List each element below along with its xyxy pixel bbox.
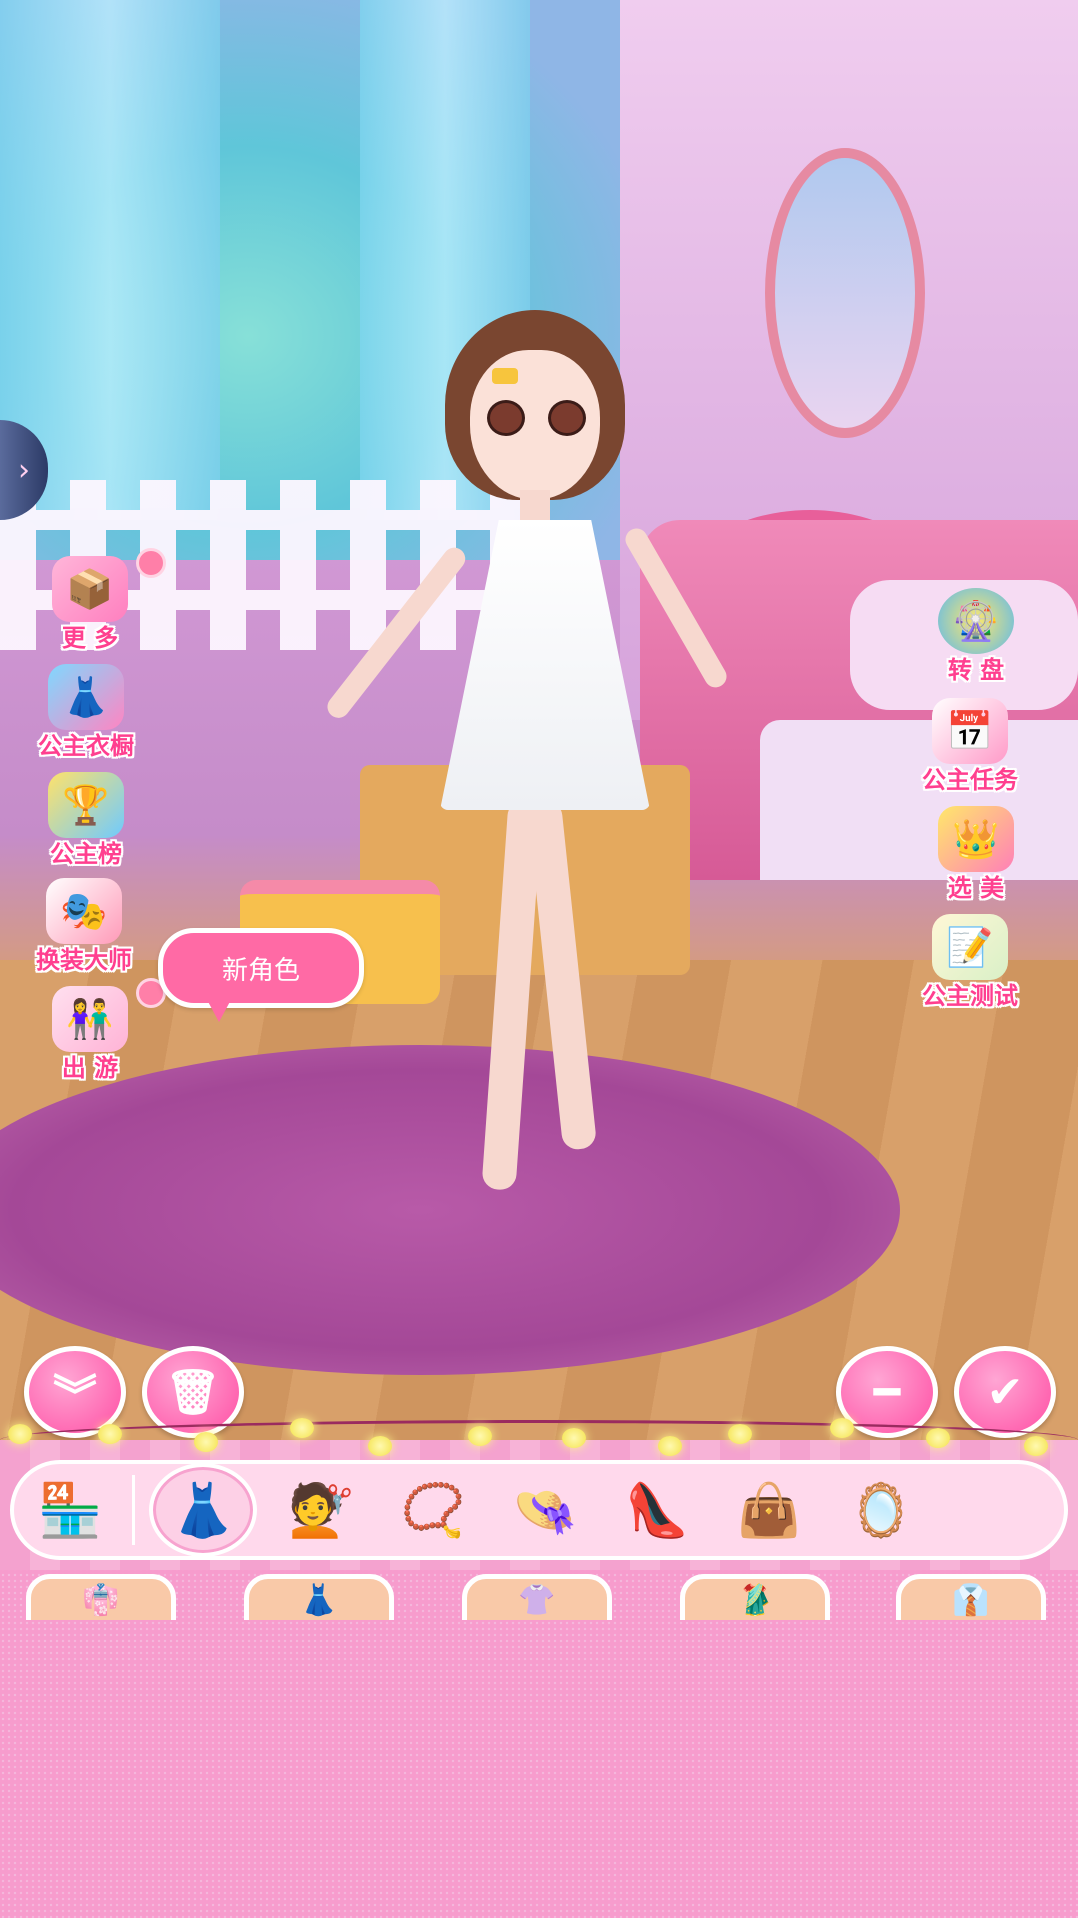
test-label: 公主测试 <box>922 982 1018 1010</box>
ranking-icon: 🏆 <box>48 772 124 838</box>
shoes-icon: 👠 <box>624 1480 690 1541</box>
tab-hair[interactable]: 💇 <box>265 1465 377 1555</box>
princess-character[interactable] <box>320 300 731 1200</box>
light-bulb-icon <box>926 1428 950 1448</box>
crown-icon: 👑 <box>938 806 1014 872</box>
outfit-navy-icon: 👔 <box>952 1583 990 1618</box>
game-scene <box>0 0 1078 1440</box>
beauty-button[interactable]: 👑 选 美 <box>938 806 1014 903</box>
test-button[interactable]: 📝 公主测试 <box>922 914 1018 1011</box>
light-bulb-icon <box>1024 1436 1048 1456</box>
new-character-bubble[interactable]: 新角色 <box>158 928 364 1008</box>
white-nightdress <box>440 520 650 810</box>
outing-label: 出 游 <box>61 1054 119 1082</box>
dress-icon: 👗 <box>170 1480 236 1541</box>
item-card[interactable]: 🥻 <box>680 1574 830 1620</box>
ranking-button[interactable]: 🏆 公主榜 <box>48 772 124 869</box>
left-eye <box>487 400 525 436</box>
light-bulb-icon <box>468 1426 492 1446</box>
wardrobe-label: 公主衣橱 <box>38 732 134 760</box>
necklace-icon: 📿 <box>400 1480 466 1541</box>
outfit-red-icon: 👗 <box>300 1583 338 1618</box>
wheel-label: 转 盘 <box>947 656 1005 684</box>
item-card[interactable]: 👚 <box>462 1574 612 1620</box>
category-tabbar: 🏪 👗 💇 📿 👒 👠 👜 🪞 <box>10 1460 1068 1560</box>
tab-dress[interactable]: 👗 <box>149 1463 257 1557</box>
more-icon: 📦 <box>52 556 128 622</box>
light-bulb-icon <box>728 1424 752 1444</box>
light-bulb-icon <box>194 1432 218 1452</box>
right-eye <box>548 400 586 436</box>
stage-icon: 🎭 <box>46 878 122 944</box>
more-button[interactable]: 📦 更 多 <box>52 548 166 653</box>
tab-hat[interactable]: 👒 <box>489 1465 601 1555</box>
wall-mirror <box>765 148 925 438</box>
outing-button[interactable]: 👫 出 游 <box>52 978 166 1083</box>
wardrobe-icon: 👗 <box>48 664 124 730</box>
item-card[interactable]: 👔 <box>896 1574 1046 1620</box>
flower-badge-icon <box>136 548 166 578</box>
ranking-label: 公主榜 <box>50 840 122 868</box>
light-bulb-icon <box>98 1424 122 1444</box>
shop-icon: 🏪 <box>37 1480 103 1541</box>
light-bulb-icon <box>8 1424 32 1444</box>
light-bulb-icon <box>658 1436 682 1456</box>
confirm-button[interactable]: ✔ <box>954 1346 1056 1438</box>
couple-icon: 👫 <box>52 986 128 1052</box>
tab-necklace[interactable]: 📿 <box>377 1465 489 1555</box>
light-bulb-icon <box>562 1428 586 1448</box>
check-icon: ✔ <box>986 1366 1024 1418</box>
wheel-icon: 🎡 <box>938 588 1014 654</box>
hair-clip <box>492 368 518 384</box>
bubble-tail <box>205 996 233 1022</box>
light-bulb-icon <box>830 1418 854 1438</box>
hat-icon: 👒 <box>512 1480 578 1541</box>
light-bulb-icon <box>368 1436 392 1456</box>
tab-bag[interactable]: 👜 <box>713 1465 825 1555</box>
right-leg <box>526 799 598 1151</box>
double-chevron-down-icon: ︾ <box>53 1371 97 1422</box>
tab-makeup[interactable]: 🪞 <box>825 1465 937 1555</box>
item-card[interactable]: 👗 <box>244 1574 394 1620</box>
item-card[interactable]: 👘 <box>26 1574 176 1620</box>
trash-icon: 🗑 <box>165 1367 221 1418</box>
outfit-yellow-icon: 👚 <box>518 1583 556 1618</box>
calendar-icon: 📅 <box>932 698 1008 764</box>
compact-icon: 🪞 <box>848 1480 914 1541</box>
stylist-button[interactable]: 🎭 换装大师 <box>36 878 132 975</box>
more-label: 更 多 <box>61 624 119 652</box>
stylist-label: 换装大师 <box>36 946 132 974</box>
tasks-label: 公主任务 <box>922 766 1018 794</box>
quiz-icon: 📝 <box>932 914 1008 980</box>
tasks-button[interactable]: 📅 公主任务 <box>922 698 1018 795</box>
tab-divider <box>132 1475 135 1545</box>
wheel-button[interactable]: 🎡 转 盘 <box>938 588 1014 685</box>
light-bulb-icon <box>290 1418 314 1438</box>
tab-shoes[interactable]: 👠 <box>601 1465 713 1555</box>
fairy-lights-wire <box>0 1420 1078 1453</box>
left-arm <box>323 543 470 723</box>
hair-icon: 💇 <box>288 1480 354 1541</box>
bed-sheet <box>760 720 1078 880</box>
beauty-label: 选 美 <box>947 874 1005 902</box>
outfit-white-icon: 🥻 <box>736 1583 774 1618</box>
minus-icon: ━ <box>873 1366 901 1418</box>
bag-icon: 👜 <box>736 1480 802 1541</box>
wardrobe-button[interactable]: 👗 公主衣橱 <box>38 664 134 761</box>
right-arm <box>621 524 731 692</box>
outfit-blue-icon: 👘 <box>82 1583 120 1618</box>
tab-shop[interactable]: 🏪 <box>14 1465 126 1555</box>
item-cards-row: 👘 👗 👚 🥻 👔 <box>0 1570 1078 1620</box>
